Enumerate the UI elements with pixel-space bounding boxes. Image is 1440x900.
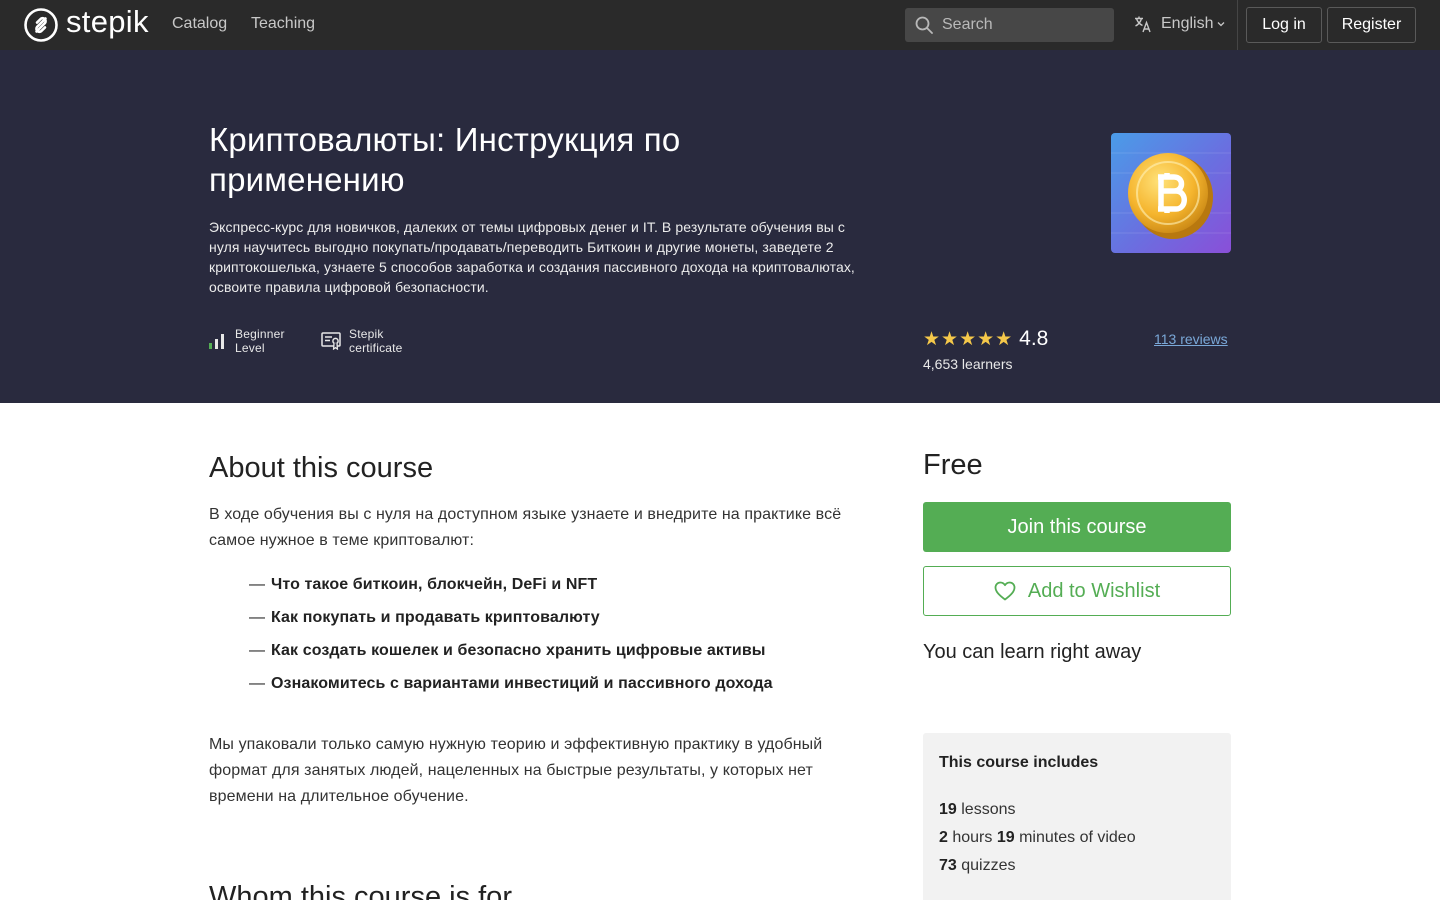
nav-teaching-link[interactable]: Teaching [251, 15, 315, 33]
hours-label: hours [952, 829, 993, 846]
about-intro: В ходе обучения вы с нуля на доступном я… [209, 506, 842, 549]
includes-quizzes: 73 quizzes [939, 857, 1016, 875]
stepik-logo-icon [24, 8, 58, 42]
bullet-dash: — [249, 641, 266, 659]
course-summary: Экспресс-курс для новичков, далеких от т… [209, 219, 855, 295]
level-bars-icon [209, 334, 224, 349]
course-includes-box: This course includes 19 lessons 2 hours … [923, 733, 1231, 900]
language-selector[interactable]: English [1134, 15, 1225, 33]
search-box[interactable] [905, 8, 1114, 42]
about-outro: Мы упаковали только самую нужную теорию … [209, 736, 823, 805]
search-input[interactable] [942, 16, 1102, 34]
language-label: English [1161, 15, 1214, 32]
heart-icon [994, 581, 1016, 601]
course-level: Beginner Level [209, 327, 285, 355]
rating-value: 4.8 [1019, 327, 1049, 350]
hours-count: 2 [939, 829, 948, 846]
lessons-label: lessons [961, 801, 1016, 818]
logo-text: stepik [66, 4, 149, 39]
bullet-text: Что такое биткоин, блокчейн, DeFi и NFT [271, 575, 598, 593]
cert-line-1: Stepik [349, 327, 384, 341]
minutes-label: minutes of video [1019, 829, 1136, 846]
about-bullet-list: — Что такое биткоин, блокчейн, DeFi и NFT… [249, 568, 773, 700]
top-navbar: stepik Catalog Teaching English Log in R… [0, 0, 1440, 50]
bitcoin-coin-cover [1111, 133, 1231, 253]
about-heading: About this course [209, 452, 434, 484]
course-title: Криптовалюты: Инструкция по применению [209, 121, 681, 198]
learners-count: 4,653 learners [923, 356, 1013, 372]
course-hero: Криптовалюты: Инструкция по применению Э… [0, 50, 1440, 403]
nav-divider [1237, 0, 1238, 50]
add-to-wishlist-button[interactable]: Add to Wishlist [923, 566, 1231, 616]
list-item: — Как покупать и продавать криптовалюту [249, 601, 773, 634]
join-course-button[interactable]: Join this course [923, 502, 1231, 552]
course-certificate: Stepik certificate [321, 327, 403, 355]
course-price: Free [923, 449, 983, 481]
bullet-text: Как покупать и продавать криптовалюту [271, 608, 600, 626]
lessons-count: 19 [939, 801, 957, 818]
rating-stars: ★★★★★ [923, 328, 1014, 350]
includes-title: This course includes [939, 754, 1099, 771]
login-button[interactable]: Log in [1246, 7, 1322, 43]
certificate-icon [321, 332, 341, 350]
quizzes-label: quizzes [961, 857, 1016, 874]
wishlist-label: Add to Wishlist [1027, 579, 1161, 602]
chevron-down-icon [1218, 22, 1225, 27]
nav-catalog-link[interactable]: Catalog [172, 15, 227, 33]
bullet-dash: — [249, 575, 266, 593]
level-line-2: Level [235, 341, 265, 355]
bullet-text: Как создать кошелек и безопасно хранить … [271, 641, 766, 659]
quizzes-count: 73 [939, 857, 957, 874]
includes-video: 2 hours 19 minutes of video [939, 829, 1136, 847]
minutes-count: 19 [996, 829, 1015, 846]
includes-lessons: 19 lessons [939, 801, 1016, 819]
cert-line-2: certificate [349, 341, 403, 355]
register-button[interactable]: Register [1327, 7, 1416, 43]
level-line-1: Beginner [235, 327, 285, 341]
list-item: — Ознакомитесь с вариантами инвестиций и … [249, 667, 773, 700]
bullet-dash: — [249, 674, 266, 692]
stepik-logo[interactable]: stepik [24, 4, 149, 42]
learn-right-away-text: You can learn right away [923, 641, 1142, 663]
course-cover-image [1111, 133, 1231, 253]
course-rating: ★★★★★ 4.8 [923, 327, 1048, 351]
translate-icon [1135, 16, 1151, 33]
bullet-dash: — [249, 608, 266, 626]
whom-heading: Whom this course is for [209, 881, 512, 900]
list-item: — Как создать кошелек и безопасно хранить… [249, 634, 773, 667]
list-item: — Что такое биткоин, блокчейн, DeFi и NFT [249, 568, 773, 601]
reviews-link[interactable]: 113 reviews [1154, 331, 1228, 347]
bullet-text: Ознакомитесь с вариантами инвестиций и п… [271, 674, 773, 692]
search-icon [915, 16, 933, 34]
